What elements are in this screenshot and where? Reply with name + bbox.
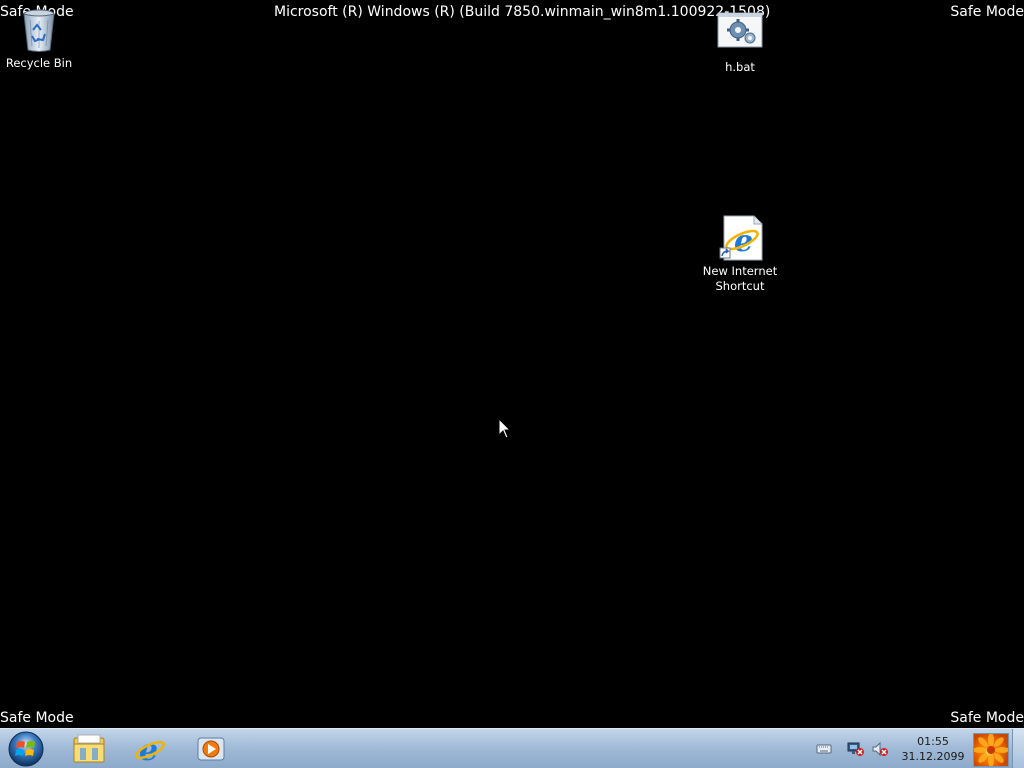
system-clock[interactable]: 01:55 31.12.2099 (898, 734, 968, 764)
windows-start-orb-icon (8, 731, 44, 767)
desktop[interactable]: Safe Mode Safe Mode Safe Mode Safe Mode … (0, 0, 1024, 768)
media-player-icon (197, 737, 225, 761)
folder-explorer-icon (73, 734, 105, 763)
taskbar: e 01:55 31.12.2099 (0, 728, 1024, 768)
desktop-icon-label: Recycle Bin (5, 56, 73, 70)
build-string: Microsoft (R) Windows (R) (Build 7850.wi… (274, 4, 771, 20)
desktop-icon-new-internet-shortcut[interactable]: e New Internet Shortcut (702, 214, 778, 294)
safe-mode-label-bottom-right: Safe Mode (950, 710, 1024, 726)
volume-muted-icon[interactable] (871, 741, 888, 757)
desktop-icon-label: h.bat (725, 60, 755, 74)
desktop-icon-h-bat[interactable]: h.bat (702, 10, 778, 75)
taskbar-windows-explorer[interactable] (61, 731, 117, 767)
batch-file-icon (716, 10, 764, 58)
start-button[interactable] (4, 730, 48, 768)
mouse-pointer-icon (498, 417, 512, 440)
safe-mode-label-top-right: Safe Mode (950, 4, 1024, 20)
show-desktop-button[interactable] (1012, 729, 1024, 768)
recycle-bin-icon (15, 6, 63, 54)
desktop-icon-recycle-bin[interactable]: Recycle Bin (1, 6, 77, 71)
safe-mode-label-bottom-left: Safe Mode (0, 710, 74, 726)
internet-shortcut-icon: e (716, 214, 764, 262)
internet-explorer-icon: e (134, 733, 166, 765)
keyboard-icon[interactable] (816, 741, 832, 757)
taskbar-media-player[interactable] (183, 731, 239, 767)
taskbar-internet-explorer[interactable]: e (122, 731, 178, 767)
clock-date: 31.12.2099 (901, 750, 965, 763)
flower-thumbnail-icon[interactable] (973, 733, 1009, 767)
clock-time: 01:55 (917, 735, 949, 748)
desktop-icon-label: New Internet Shortcut (702, 264, 778, 293)
network-icon[interactable] (847, 741, 864, 757)
